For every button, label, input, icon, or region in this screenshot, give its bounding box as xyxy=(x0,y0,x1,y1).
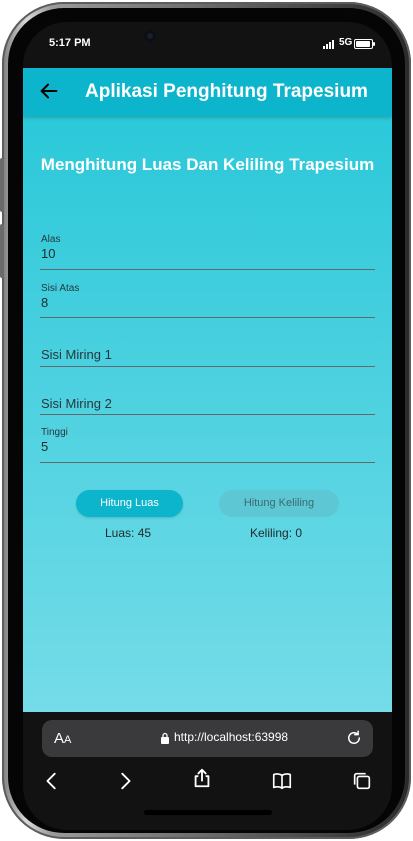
sisi-atas-field[interactable]: Sisi Atas 8 xyxy=(40,283,375,318)
status-bar: 5:17 PM 5G xyxy=(23,22,392,67)
network-type: 5G xyxy=(339,37,353,48)
url-text: http://localhost:63998 xyxy=(174,730,289,744)
signal-icon xyxy=(323,40,334,49)
tinggi-value: 5 xyxy=(41,439,49,454)
bookmarks-icon[interactable] xyxy=(271,770,293,792)
phone-frame: 5:17 PM 5G Aplikasi Penghitung Trapesium… xyxy=(0,2,411,839)
hitung-luas-button[interactable]: Hitung Luas xyxy=(76,490,183,517)
volume-down-button xyxy=(0,224,4,278)
volume-up-button xyxy=(0,158,4,212)
address-bar[interactable]: AA http://localhost:63998 xyxy=(42,720,373,757)
tabs-icon[interactable] xyxy=(351,770,373,792)
sisi-atas-label: Sisi Atas xyxy=(41,283,80,294)
status-time: 5:17 PM xyxy=(49,37,91,49)
app-body: Aplikasi Penghitung Trapesium Menghitung… xyxy=(23,68,392,712)
page-heading: Menghitung Luas Dan Keliling Trapesium xyxy=(40,155,375,174)
sisi-miring-1-placeholder: Sisi Miring 1 xyxy=(41,347,112,362)
alas-label: Alas xyxy=(41,234,61,245)
sisi-miring-2-placeholder: Sisi Miring 2 xyxy=(41,396,112,411)
lock-icon xyxy=(161,732,169,744)
back-arrow-icon[interactable] xyxy=(38,80,60,102)
hitung-keliling-button[interactable]: Hitung Keliling xyxy=(219,490,339,517)
sisi-atas-value: 8 xyxy=(41,295,49,310)
battery-icon xyxy=(354,39,375,49)
app-title: Aplikasi Penghitung Trapesium xyxy=(85,81,368,102)
text-size-button[interactable]: AA xyxy=(54,730,71,747)
home-indicator xyxy=(144,810,272,815)
tinggi-label: Tinggi xyxy=(41,427,68,438)
keliling-result: Keliling: 0 xyxy=(250,526,303,540)
sisi-miring-1-field[interactable]: Sisi Miring 1 xyxy=(40,331,375,367)
nav-forward-icon[interactable] xyxy=(114,770,136,792)
sisi-miring-2-field[interactable]: Sisi Miring 2 xyxy=(40,380,375,415)
front-camera-icon xyxy=(144,30,156,42)
alas-value: 10 xyxy=(41,246,56,261)
device-screen: 5:17 PM 5G Aplikasi Penghitung Trapesium… xyxy=(23,22,392,830)
text-size-small: A xyxy=(64,734,72,746)
app-bar: Aplikasi Penghitung Trapesium xyxy=(23,68,392,116)
luas-result: Luas: 45 xyxy=(105,526,152,540)
share-icon[interactable] xyxy=(191,767,213,789)
alas-field[interactable]: Alas 10 xyxy=(40,234,375,270)
nav-back-icon[interactable] xyxy=(41,770,63,792)
tinggi-field[interactable]: Tinggi 5 xyxy=(40,427,375,463)
text-size-big: A xyxy=(54,730,65,747)
reload-icon[interactable] xyxy=(345,729,363,747)
